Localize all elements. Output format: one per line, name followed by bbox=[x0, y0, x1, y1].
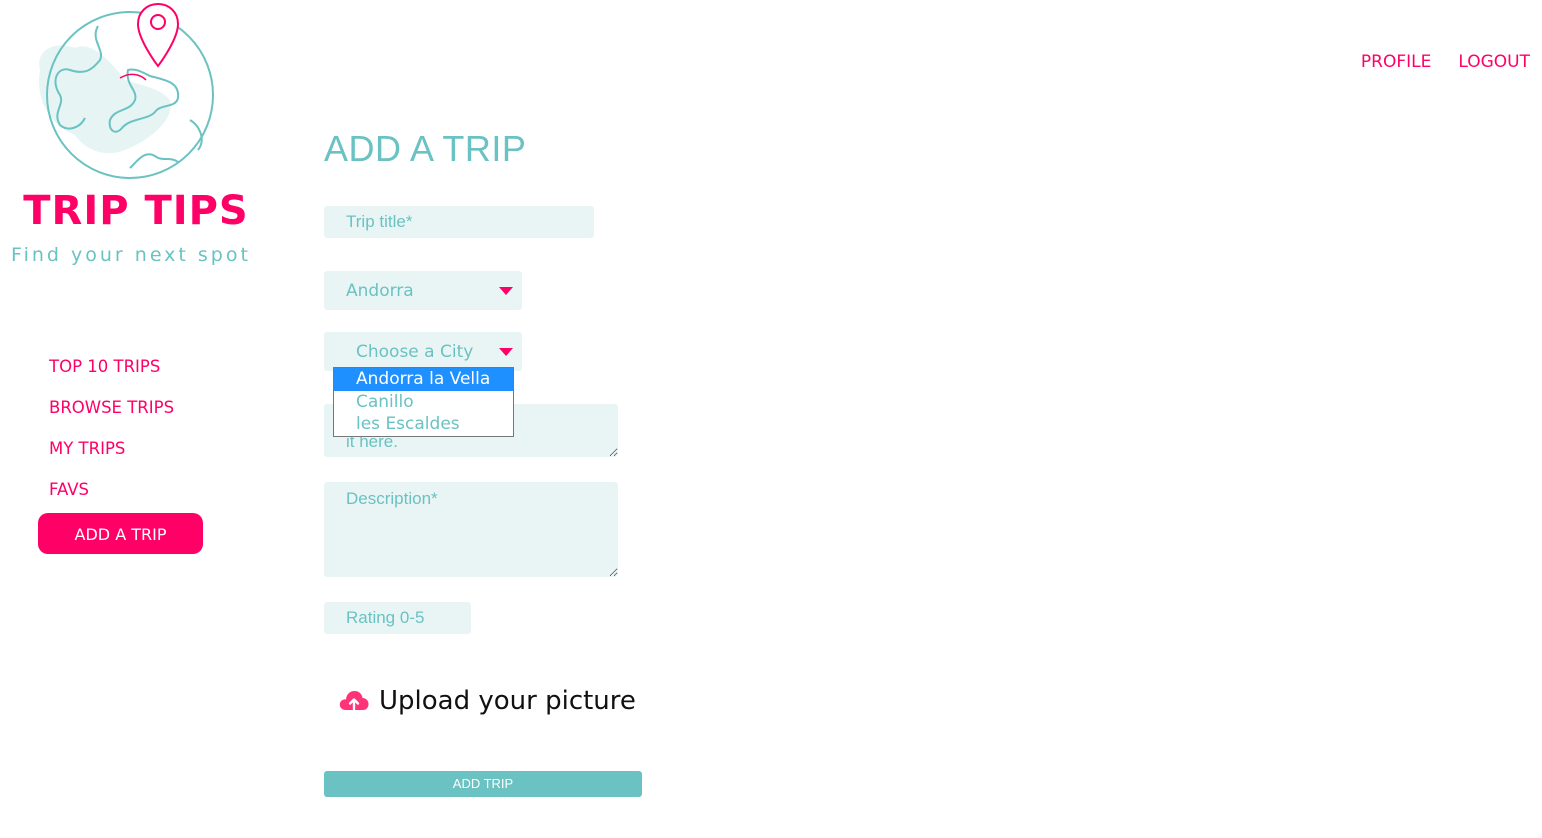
logout-link[interactable]: LOGOUT bbox=[1458, 50, 1530, 74]
sidebar-item-my-trips[interactable]: MY TRIPS bbox=[49, 428, 174, 469]
cloud-upload-icon bbox=[339, 691, 369, 711]
top-nav: PROFILE LOGOUT bbox=[1361, 50, 1530, 74]
brand-name: TRIP TIPS bbox=[23, 188, 249, 234]
submit-add-trip-button[interactable]: ADD TRIP bbox=[324, 771, 642, 797]
city-option[interactable]: Canillo bbox=[334, 391, 513, 414]
sidebar-item-browse-trips[interactable]: BROWSE TRIPS bbox=[49, 387, 174, 428]
description-textarea[interactable] bbox=[324, 482, 618, 577]
country-select[interactable]: Andorra bbox=[324, 271, 522, 310]
trip-title-input[interactable] bbox=[324, 206, 594, 238]
city-option[interactable]: les Escaldes bbox=[334, 413, 513, 436]
country-select-value: Andorra bbox=[346, 280, 414, 301]
sidebar-item-top-10-trips[interactable]: TOP 10 TRIPS bbox=[49, 346, 174, 387]
sidebar-nav: TOP 10 TRIPS BROWSE TRIPS MY TRIPS FAVS bbox=[49, 346, 174, 510]
page-title: ADD A TRIP bbox=[324, 128, 527, 169]
globe-logo-icon bbox=[39, 2, 214, 179]
city-dropdown-list: Andorra la Vella Canillo les Escaldes bbox=[333, 367, 514, 437]
page: TRIP TIPS Find your next spot TOP 10 TRI… bbox=[0, 0, 1542, 838]
profile-link[interactable]: PROFILE bbox=[1361, 50, 1431, 74]
caret-down-icon bbox=[499, 286, 513, 295]
rating-input[interactable] bbox=[324, 602, 471, 634]
upload-picture-control[interactable]: Upload your picture bbox=[338, 686, 636, 716]
brand-tagline: Find your next spot bbox=[11, 244, 251, 266]
sidebar-add-trip-button[interactable]: ADD A TRIP bbox=[38, 513, 203, 554]
upload-label: Upload your picture bbox=[379, 686, 636, 716]
sidebar-item-favs[interactable]: FAVS bbox=[49, 469, 174, 510]
city-select-placeholder: Choose a City bbox=[356, 341, 474, 362]
city-option[interactable]: Andorra la Vella bbox=[334, 368, 513, 391]
caret-down-icon bbox=[499, 347, 513, 356]
city-select[interactable]: Choose a City bbox=[324, 332, 522, 371]
